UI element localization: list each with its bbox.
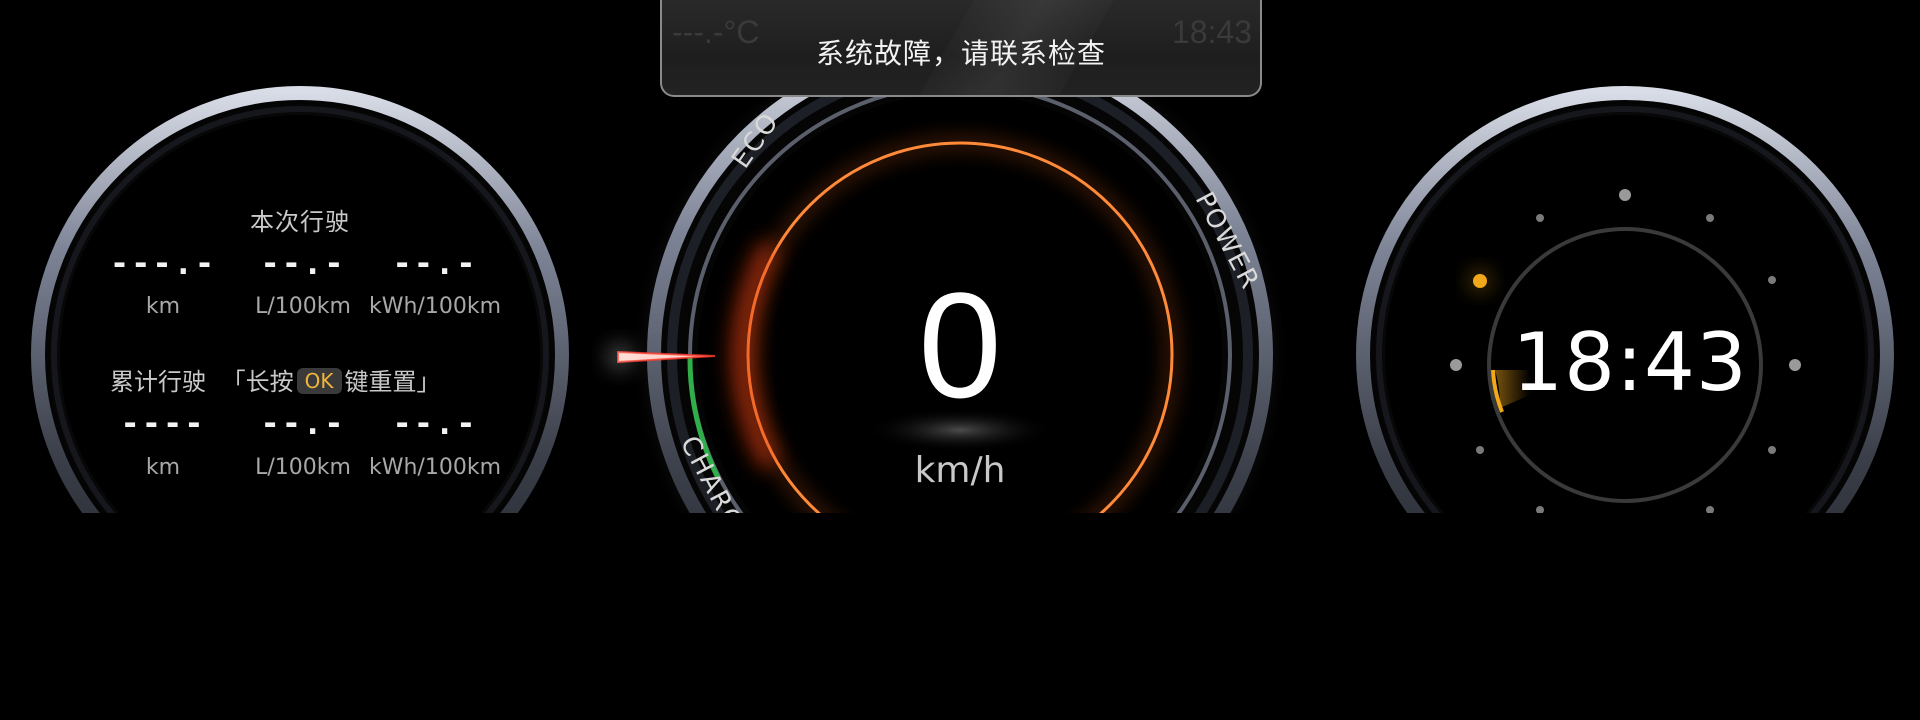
cumulative-energy-unit: kWh/100km	[368, 455, 501, 480]
cumulative-distance-unit: km	[145, 455, 181, 480]
clock-dot	[1706, 214, 1714, 222]
cumulative-energy: --.-	[392, 404, 478, 442]
clock-dot	[1768, 276, 1776, 284]
clock-dot	[1476, 446, 1484, 454]
clock-gauge	[1356, 86, 1894, 513]
ok-key-badge: OK	[296, 368, 342, 394]
reset-hint-suffix: 键重置」	[344, 368, 441, 396]
speed-unit: km/h	[914, 450, 1006, 491]
current-trip-energy: --.-	[392, 244, 478, 282]
current-trip-energy-unit: kWh/100km	[368, 294, 501, 319]
cumulative-fuel: --.-	[260, 404, 346, 442]
warning-message: 系统故障，请联系检查	[815, 37, 1106, 70]
cumulative-trip-header: 累计行驶 「长按 OK 键重置」	[110, 362, 490, 397]
current-trip-distance-unit: km	[145, 294, 181, 319]
clock-dot	[1619, 189, 1631, 201]
speed-value: 0	[918, 261, 1002, 429]
clock-dot	[1789, 359, 1801, 371]
cumulative-fuel-unit: L/100km	[255, 455, 351, 480]
fault-warning-banner: ---.-°C 18:43 系统故障，请联系检查	[660, 0, 1262, 97]
current-trip-distance: ---.-	[109, 244, 217, 282]
clock-dot	[1536, 214, 1544, 222]
current-trip-fuel-unit: L/100km	[255, 294, 351, 319]
clock-time: 18:43	[1512, 316, 1748, 409]
reset-hint-prefix: 「长按	[221, 368, 294, 396]
clock-dot	[1768, 446, 1776, 454]
current-trip-fuel: --.-	[260, 244, 346, 282]
instrument-cluster: ECO POWER CHARG 本次行驶 ---.- --.- --.- km …	[0, 0, 1920, 720]
cumulative-trip-title: 累计行驶	[110, 368, 206, 396]
current-trip-title: 本次行驶	[250, 208, 350, 236]
clock-dot	[1450, 359, 1462, 371]
cumulative-distance: ----	[120, 404, 206, 442]
gauge-band: ECO POWER CHARG 本次行驶 ---.- --.- --.- km …	[0, 0, 1920, 513]
